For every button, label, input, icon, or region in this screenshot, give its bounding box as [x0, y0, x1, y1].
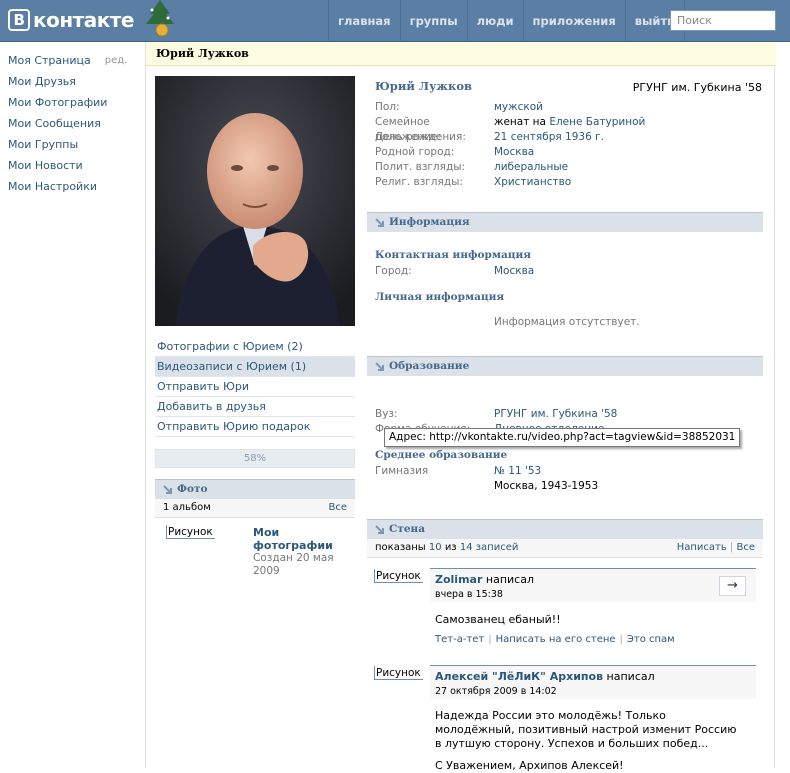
profile-university: РГУНГ им. Губкина '58	[632, 81, 762, 94]
info-row-politics: Полит. взгляды: либеральные	[375, 161, 569, 173]
wall-post: Алексей "ЛёЛиК" Архипов написал 27 октяб…	[430, 665, 756, 772]
edu-row-school-place: Москва, 1943-1953	[494, 480, 599, 492]
wall-shown: 10	[428, 542, 442, 553]
sidebar-link-my-page[interactable]: Моя Страница	[8, 52, 91, 73]
info-row-sex: Пол: мужской	[375, 101, 543, 113]
basic-info: Пол: мужской Семейное положение: женат н…	[375, 100, 765, 190]
post-author[interactable]: Zolimar	[435, 573, 482, 586]
sidebar-item-settings[interactable]: Мои Настройки	[8, 178, 97, 199]
sidebar-item-groups[interactable]: Мои Группы	[8, 136, 78, 157]
link-write-wall[interactable]: Написать на его стене	[496, 634, 616, 645]
post-date: вчера в 15:38	[435, 589, 503, 600]
profile-photo[interactable]	[155, 76, 355, 326]
info-row-family: Семейное положение: женат на Елене Батур…	[375, 116, 646, 143]
contact-heading: Контактная информация	[375, 249, 532, 261]
album-date: Создан 20 мая 2009	[253, 552, 334, 577]
info-row-religion: Религ. взгляды: Христианство	[375, 176, 572, 188]
page-title: Юрий Лужков	[146, 42, 776, 66]
arrow-down-icon	[163, 485, 172, 494]
action-send-gift[interactable]: Отправить Юрию подарок	[155, 417, 355, 437]
nav-apps[interactable]: приложения	[522, 0, 625, 42]
profile-name: Юрий Лужков	[375, 79, 473, 93]
post-wrote: написал	[485, 573, 534, 586]
profile-main: Юрий Лужков Фотографии с Юрием (2) Видео…	[145, 42, 776, 772]
sidebar-item-my-page: Моя Страница ред.	[8, 52, 143, 73]
photos-all-link[interactable]: Все	[328, 502, 347, 513]
rating-value: 58%	[243, 453, 267, 464]
top-navigation: главная группы люди приложения выйти	[328, 0, 686, 42]
secondary-edu-heading: Среднее образование	[375, 449, 508, 461]
wall-subbar: показаны 10 из 14 записей Написать | Все	[367, 539, 763, 558]
info-section-header[interactable]: Информация	[367, 212, 763, 232]
post-avatar[interactable]: Рисунок	[374, 666, 423, 680]
nav-home[interactable]: главная	[328, 0, 400, 42]
album-image[interactable]: Рисунок	[166, 525, 215, 539]
wall-section-header[interactable]: Стена	[367, 519, 763, 539]
post-header: Zolimar написал вчера в 15:38 →	[430, 568, 756, 602]
link-tet-a-tet[interactable]: Тет-а-тет	[435, 634, 484, 645]
sidebar-item-friends[interactable]: Мои Друзья	[8, 73, 76, 94]
post-date: 27 октября 2009 в 14:02	[435, 686, 557, 697]
post-wrote: написал	[606, 670, 655, 683]
photos-section-title: Фото	[177, 483, 208, 495]
photos-section-header[interactable]: Фото	[155, 479, 355, 499]
post-text: Самозванец ебаный!!	[435, 613, 561, 626]
portrait-image	[155, 76, 355, 326]
post-text: Надежда России это молодёжь! Только моло…	[435, 709, 737, 750]
edu-row-vuz: Вуз: РГУНГ им. Губкина '58	[375, 408, 618, 420]
profile-actions: Фотографии с Юрием (2) Видеозаписи с Юри…	[155, 337, 355, 437]
action-send-message[interactable]: Отправить Юри	[155, 377, 355, 397]
album-count: 1 альбом	[163, 502, 211, 513]
sidebar-item-messages[interactable]: Мои Сообщения	[8, 115, 101, 136]
info-row-birthday: День рождения: 21 сентября 1936 г.	[375, 131, 604, 143]
action-add-friend[interactable]: Добавить в друзья	[155, 397, 355, 417]
sidebar-item-photos[interactable]: Мои Фотографии	[8, 94, 107, 115]
sidebar-item-news[interactable]: Мои Новости	[8, 157, 83, 178]
post-avatar[interactable]: Рисунок	[374, 569, 423, 583]
rating-bar: 58%	[155, 449, 355, 468]
post-text-signature: С Уважением, Архипов Алексей!	[435, 759, 624, 772]
personal-heading: Личная информация	[375, 291, 505, 303]
info-row-city: Город: Москва	[375, 265, 535, 277]
album-title[interactable]: Мои фотографии	[253, 526, 343, 552]
arrow-down-icon	[375, 362, 384, 371]
logo-letter: В	[8, 9, 30, 31]
education-section-header[interactable]: Образование	[367, 356, 763, 376]
post-links: Тет-а-тет | Написать на его стене | Это спам	[435, 634, 675, 645]
edu-row-school: Гимназия № 11 '53	[375, 465, 542, 477]
wall-all-link[interactable]: Все	[736, 542, 755, 553]
education-section-title: Образование	[389, 360, 470, 372]
edit-link[interactable]: ред.	[105, 52, 128, 73]
arrow-down-icon	[375, 218, 384, 227]
reply-arrow-button[interactable]: →	[719, 576, 746, 596]
wall-section-title: Стена	[389, 523, 426, 535]
nav-groups[interactable]: группы	[399, 0, 467, 42]
arrow-down-icon	[375, 525, 384, 534]
logo-text: контакте	[33, 8, 134, 32]
wall-total: 14 записей	[459, 542, 519, 553]
wall-of: из	[444, 542, 457, 553]
vk-logo[interactable]: В контакте	[8, 6, 134, 34]
sidebar-menu: Моя Страница ред. Мои Друзья Мои Фотогра…	[8, 52, 143, 199]
action-photos-with[interactable]: Фотографии с Юрием (2)	[155, 337, 355, 357]
wall-shown-prefix: показаны	[375, 542, 426, 553]
search-input[interactable]: Поиск	[670, 10, 776, 31]
nav-people[interactable]: люди	[466, 0, 523, 42]
top-header: В контакте главная группы люди приложени…	[0, 0, 790, 42]
post-header: Алексей "ЛёЛиК" Архипов написал 27 октяб…	[430, 665, 756, 699]
school-info: Гимназия № 11 '53 Москва, 1943-1953	[375, 464, 765, 494]
christmas-tree-icon	[146, 0, 174, 37]
wall-post: Zolimar написал вчера в 15:38 → Самозван…	[430, 568, 756, 650]
wall-write-link[interactable]: Написать	[677, 542, 727, 553]
link-spam[interactable]: Это спам	[627, 634, 675, 645]
info-section-title: Информация	[389, 216, 470, 228]
no-info-text: Информация отсутствует.	[494, 316, 640, 328]
link-tooltip: Адрес: http://vkontakte.ru/video.php?act…	[384, 428, 741, 447]
post-author[interactable]: Алексей "ЛёЛиК" Архипов	[435, 670, 603, 683]
contact-info: Город: Москва	[375, 264, 765, 279]
action-videos-with[interactable]: Видеозаписи с Юрием (1)	[155, 357, 355, 377]
photos-subbar: 1 альбом Все	[155, 499, 355, 518]
info-row-hometown: Родной город: Москва	[375, 146, 535, 158]
